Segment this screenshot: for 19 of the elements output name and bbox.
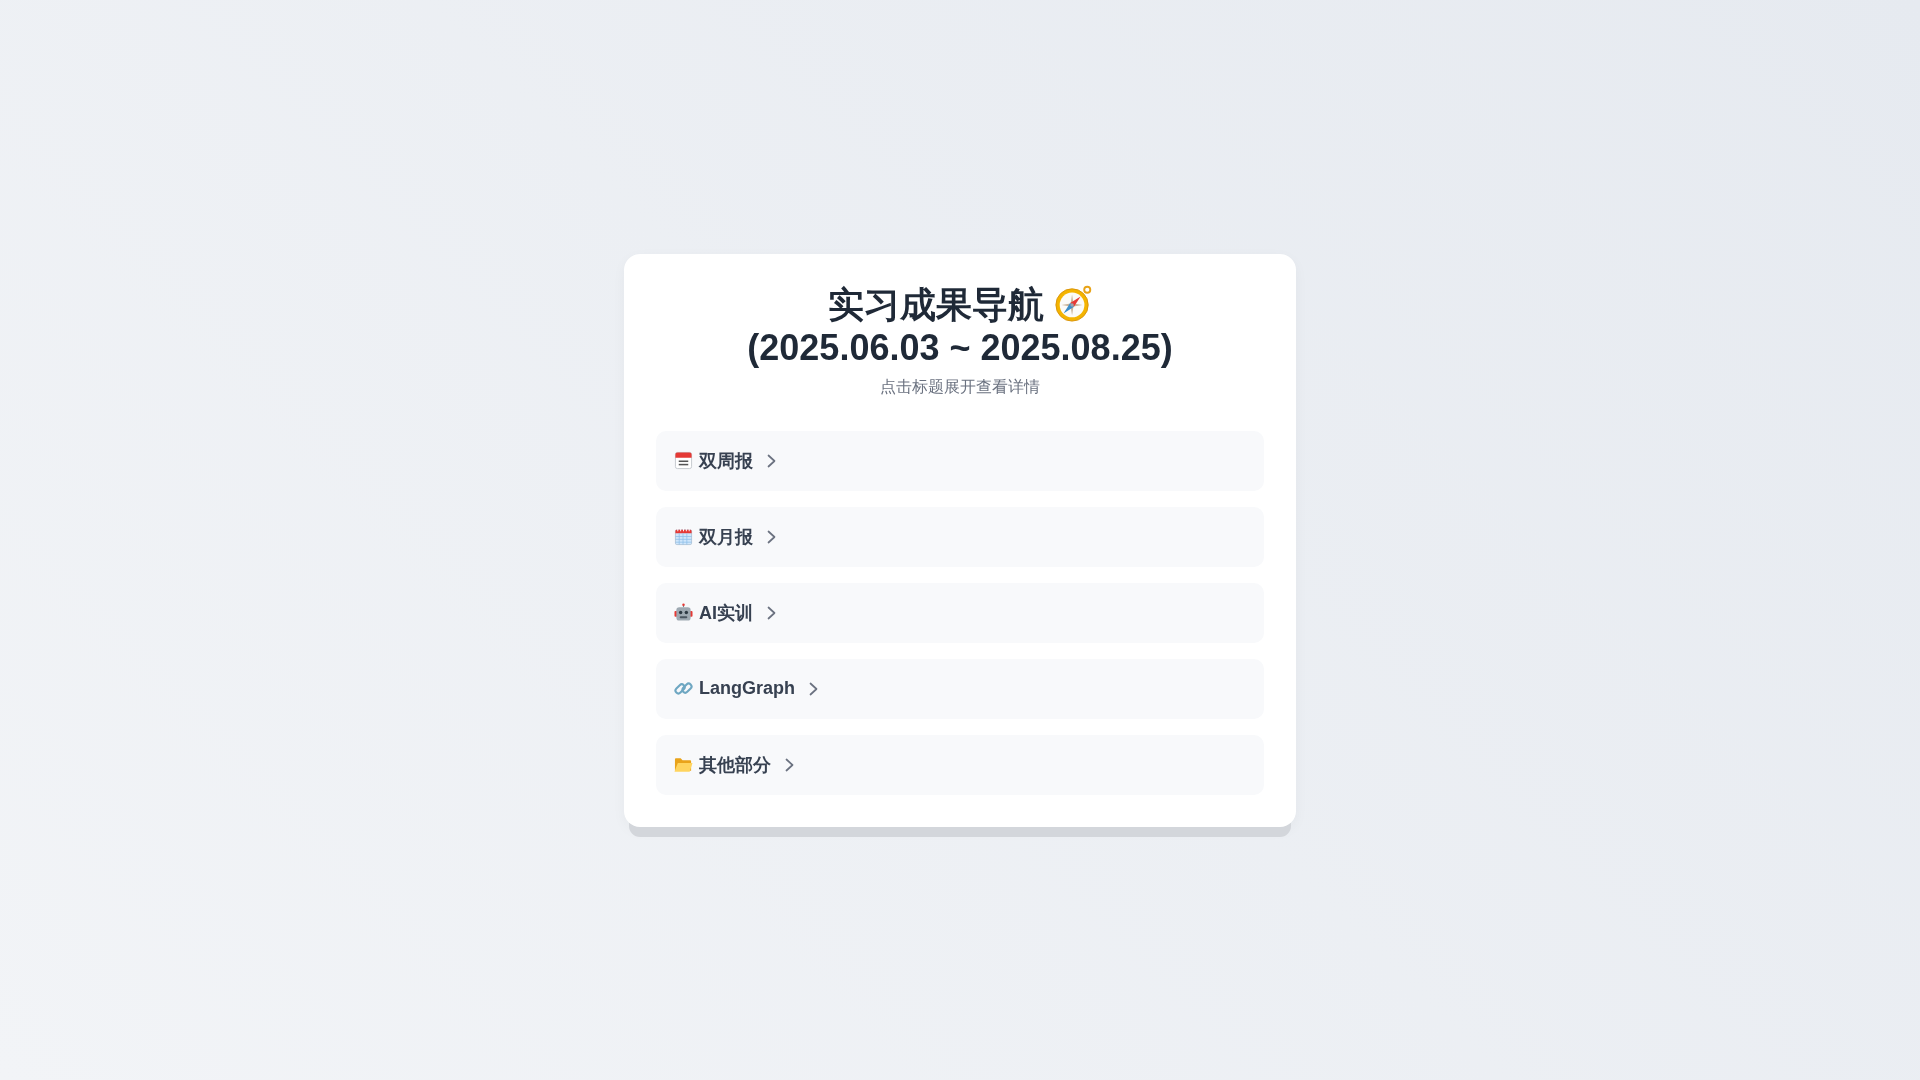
section-header[interactable]: 双月报 [656,506,1264,567]
chevron-icon [809,681,818,696]
chevron-icon [767,453,776,468]
section-header[interactable]: LangGraph [656,658,1264,719]
date-range: (2025.06.03 ~ 2025.08.25) [747,325,1173,369]
section-header[interactable]: AI实训 [656,582,1264,643]
robot-icon [674,603,693,622]
page-title: 实习成果导航 [828,282,1044,326]
section-header[interactable]: 双周报 [656,430,1264,491]
folder-icon [674,755,693,774]
spiral-calendar-icon [674,527,693,546]
link-icon [674,679,693,698]
chevron-icon [767,605,776,620]
chevron-icon [767,529,776,544]
compass-icon [1054,285,1092,323]
calendar-icon [674,451,693,470]
hint-text: 点击标题展开查看详情 [879,376,1041,397]
chevron-icon [785,757,794,772]
section-header[interactable]: 其他部分 [656,734,1264,795]
